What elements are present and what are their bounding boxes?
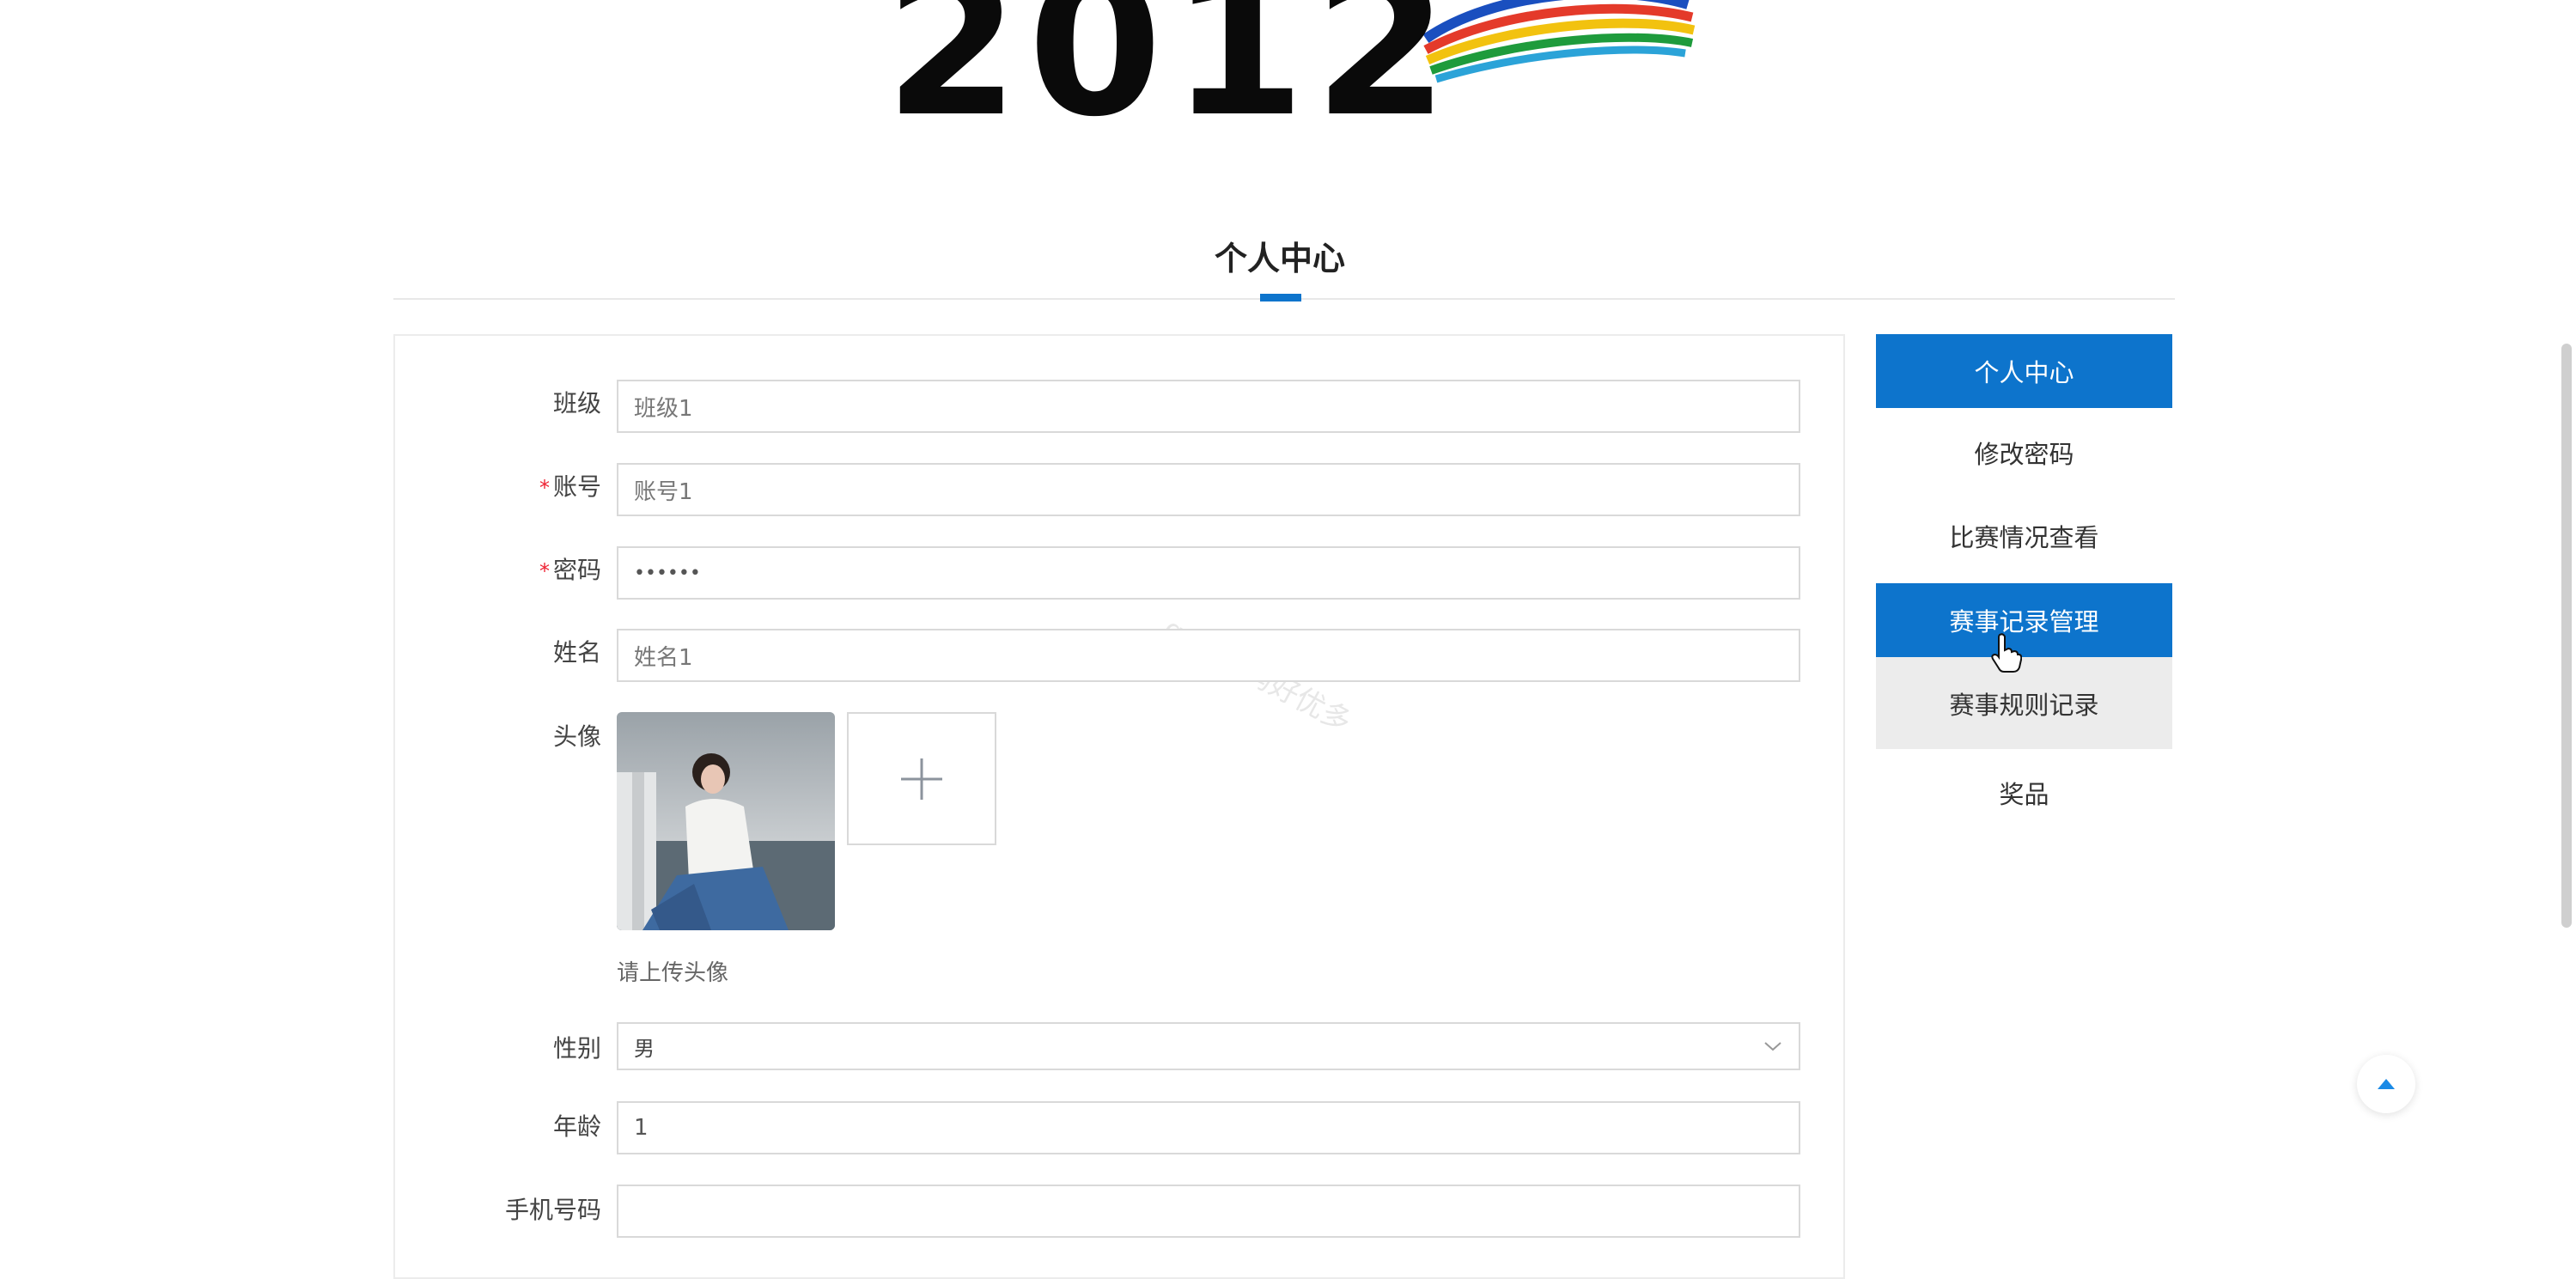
password-value: •••••• — [634, 562, 701, 584]
menu-item-change-password[interactable]: 修改密码 — [1876, 416, 2172, 490]
menu-item-prizes[interactable]: 奖品 — [1876, 756, 2172, 830]
menu-item-profile[interactable]: 个人中心 — [1876, 334, 2172, 408]
plus-icon — [901, 758, 942, 800]
avatar-label: 头像 — [552, 722, 601, 751]
arrow-up-icon — [2378, 1079, 2395, 1089]
account-label: * 账号 — [429, 468, 601, 502]
class-field[interactable]: 班级1 — [617, 380, 1800, 433]
password-label-text: 密码 — [552, 556, 601, 584]
page-title: 个人中心 — [1214, 240, 1345, 277]
name-label: 姓名 — [552, 638, 601, 667]
gender-label: 性别 — [552, 1034, 601, 1063]
avatar-image[interactable] — [617, 712, 835, 930]
menu-item-event-records[interactable]: 赛事记录管理 — [1876, 583, 2172, 657]
banner-logo: 2012 — [0, 0, 2576, 129]
password-field[interactable]: •••••• — [617, 546, 1800, 600]
logo-text: 2012 — [885, 0, 1457, 129]
required-mark: * — [539, 559, 550, 583]
menu-item-event-rules[interactable]: 赛事规则记录 — [1876, 657, 2172, 749]
required-mark: * — [539, 476, 550, 500]
back-to-top-button[interactable] — [2357, 1055, 2415, 1113]
title-underline — [1260, 294, 1301, 301]
hand-pointer-icon — [1991, 633, 2022, 673]
avatar-upload-button[interactable] — [847, 712, 996, 845]
gender-value: 男 — [634, 1036, 655, 1061]
age-field[interactable]: 1 — [617, 1101, 1800, 1154]
gender-select[interactable]: 男 — [617, 1022, 1800, 1070]
account-field[interactable]: 账号1 — [617, 463, 1800, 516]
class-label: 班级 — [552, 389, 601, 417]
phone-field[interactable] — [617, 1185, 1800, 1238]
age-label: 年龄 — [552, 1112, 601, 1141]
password-label: * 密码 — [429, 551, 601, 586]
name-value: 姓名1 — [634, 644, 693, 671]
age-value: 1 — [634, 1115, 649, 1141]
phone-label: 手机号码 — [504, 1196, 601, 1224]
account-label-text: 账号 — [552, 472, 601, 501]
account-value: 账号1 — [634, 478, 693, 505]
menu-item-match-status[interactable]: 比赛情况查看 — [1876, 499, 2172, 573]
page-scrollbar[interactable] — [2561, 344, 2572, 928]
avatar-hint: 请上传头像 — [617, 960, 729, 986]
class-value: 班级1 — [634, 395, 693, 422]
name-field[interactable]: 姓名1 — [617, 629, 1800, 682]
chevron-down-icon — [1764, 1042, 1781, 1051]
